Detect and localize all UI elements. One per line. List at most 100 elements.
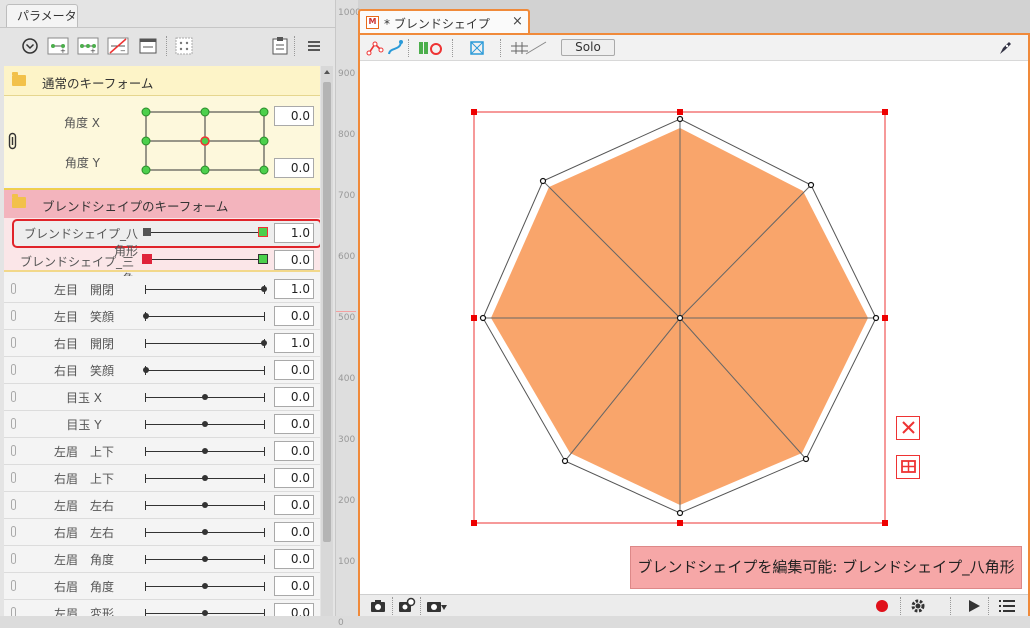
slider-handle[interactable] bbox=[143, 367, 149, 373]
param-row[interactable]: 右眉 左右 0.0 bbox=[4, 519, 320, 546]
blendshape-octagon-value[interactable]: 1.0 bbox=[274, 223, 314, 243]
link-icon[interactable] bbox=[11, 607, 16, 616]
gear-icon[interactable] bbox=[910, 598, 926, 614]
param-value[interactable]: 0.0 bbox=[274, 522, 314, 542]
param-value[interactable]: 0.0 bbox=[274, 387, 314, 407]
angle-y-value[interactable]: 0.0 bbox=[274, 158, 314, 178]
link-icon[interactable] bbox=[11, 499, 16, 510]
param-row[interactable]: 左目 笑顔 0.0 bbox=[4, 303, 320, 330]
key-marker[interactable] bbox=[258, 254, 268, 264]
group-icon[interactable] bbox=[172, 34, 196, 58]
link-icon[interactable] bbox=[11, 418, 16, 429]
param-row[interactable]: 右眉 上下 0.0 bbox=[4, 465, 320, 492]
tab-close-icon[interactable]: × bbox=[512, 14, 523, 29]
param-value[interactable]: 0.0 bbox=[274, 576, 314, 596]
slider-handle[interactable] bbox=[202, 475, 208, 481]
camera-icon[interactable] bbox=[370, 598, 386, 614]
tab-blendshape[interactable]: M * ブレンドシェイプ × bbox=[358, 9, 530, 35]
link-icon[interactable] bbox=[11, 310, 16, 321]
key-marker[interactable] bbox=[143, 228, 151, 236]
param-value[interactable]: 0.0 bbox=[274, 414, 314, 434]
param-row[interactable]: 左眉 上下 0.0 bbox=[4, 438, 320, 465]
param-row[interactable]: 目玉 X 0.0 bbox=[4, 384, 320, 411]
cancel-blendshape-icon[interactable] bbox=[896, 416, 920, 440]
remove-key-icon[interactable]: − bbox=[106, 34, 130, 58]
param-value[interactable]: 0.0 bbox=[274, 306, 314, 326]
blendshape-triangle-value[interactable]: 0.0 bbox=[274, 250, 314, 270]
param-row[interactable]: 左眉 変形 0.0 bbox=[4, 600, 320, 616]
param-row[interactable]: 右目 笑顔 0.0 bbox=[4, 357, 320, 384]
tab-parameters[interactable]: パラメータ bbox=[6, 4, 78, 28]
link-icon[interactable] bbox=[11, 337, 16, 348]
glue-icon[interactable] bbox=[416, 39, 444, 57]
slider-handle[interactable] bbox=[202, 583, 208, 589]
keyform-grid[interactable] bbox=[140, 106, 272, 178]
add-three-keys-icon[interactable]: + bbox=[76, 34, 100, 58]
param-value[interactable]: 0.0 bbox=[274, 441, 314, 461]
slider-handle[interactable] bbox=[202, 502, 208, 508]
param-row[interactable]: 目玉 Y 0.0 bbox=[4, 411, 320, 438]
pen-icon[interactable] bbox=[996, 39, 1014, 57]
camera-export-icon[interactable] bbox=[426, 597, 448, 615]
param-value[interactable]: 0.0 bbox=[274, 468, 314, 488]
transform-icon[interactable] bbox=[896, 455, 920, 479]
param-slider[interactable] bbox=[146, 289, 264, 290]
slider-handle[interactable] bbox=[202, 610, 208, 616]
group-blendshape-keyforms[interactable]: ブレンドシェイプのキーフォーム bbox=[4, 188, 320, 218]
key-marker-active[interactable] bbox=[258, 227, 268, 237]
link-icon[interactable] bbox=[11, 391, 16, 402]
param-slider[interactable] bbox=[146, 316, 264, 317]
slider-handle[interactable] bbox=[261, 286, 267, 292]
play-icon[interactable] bbox=[966, 598, 982, 614]
param-row[interactable]: 左眉 左右 0.0 bbox=[4, 492, 320, 519]
link-icon[interactable] bbox=[11, 526, 16, 537]
solo-button[interactable]: Solo bbox=[561, 39, 615, 56]
circle-chevron-icon[interactable] bbox=[18, 34, 42, 58]
clipboard-icon[interactable] bbox=[268, 34, 292, 58]
param-row[interactable]: 左眉 角度 0.0 bbox=[4, 546, 320, 573]
slider-handle[interactable] bbox=[202, 529, 208, 535]
deform-path-icon[interactable] bbox=[386, 39, 404, 57]
link-icon[interactable] bbox=[11, 580, 16, 591]
link-icon[interactable] bbox=[8, 132, 18, 150]
param-value[interactable]: 0.0 bbox=[274, 603, 314, 616]
param-row[interactable]: 右目 開閉 1.0 bbox=[4, 330, 320, 357]
param-value[interactable]: 0.0 bbox=[274, 549, 314, 569]
slider-handle[interactable] bbox=[261, 340, 267, 346]
mesh-grid-icon[interactable] bbox=[468, 39, 486, 57]
canvas[interactable] bbox=[360, 61, 1028, 594]
key-marker[interactable] bbox=[142, 254, 152, 264]
slider-handle[interactable] bbox=[202, 448, 208, 454]
param-row[interactable]: 右眉 角度 0.0 bbox=[4, 573, 320, 600]
param-row[interactable]: 左目 開閉 1.0 bbox=[4, 276, 320, 303]
link-icon[interactable] bbox=[11, 553, 16, 564]
param-slider[interactable] bbox=[146, 370, 264, 371]
link-icon[interactable] bbox=[11, 472, 16, 483]
slider-max-tick bbox=[264, 312, 265, 321]
record-icon[interactable] bbox=[874, 598, 890, 614]
menu-icon[interactable] bbox=[302, 34, 326, 58]
grid-icon[interactable] bbox=[508, 38, 548, 58]
param-value[interactable]: 1.0 bbox=[274, 333, 314, 353]
param-slider[interactable] bbox=[146, 343, 264, 344]
angle-x-value[interactable]: 0.0 bbox=[274, 106, 314, 126]
scrollbar-thumb[interactable] bbox=[323, 82, 331, 542]
param-value[interactable]: 0.0 bbox=[274, 495, 314, 515]
mesh-edit-icon[interactable] bbox=[366, 39, 384, 57]
add-key-icon[interactable]: + bbox=[46, 34, 70, 58]
group-normal-keyforms[interactable]: 通常のキーフォーム bbox=[4, 66, 320, 96]
slider-handle[interactable] bbox=[202, 394, 208, 400]
list-icon[interactable] bbox=[998, 598, 1016, 614]
slider-handle[interactable] bbox=[143, 313, 149, 319]
scroll-up-icon[interactable] bbox=[321, 67, 333, 77]
link-icon[interactable] bbox=[11, 283, 16, 294]
viewer[interactable]: Solo ブレンドシェイプを編集可能: ブレンドシェイプ_八角形 bbox=[358, 33, 1030, 616]
parameter-settings-icon[interactable] bbox=[136, 34, 160, 58]
param-value[interactable]: 1.0 bbox=[274, 279, 314, 299]
camera-settings-icon[interactable] bbox=[398, 597, 416, 615]
link-icon[interactable] bbox=[11, 445, 16, 456]
param-value[interactable]: 0.0 bbox=[274, 360, 314, 380]
slider-handle[interactable] bbox=[202, 556, 208, 562]
link-icon[interactable] bbox=[11, 364, 16, 375]
slider-handle[interactable] bbox=[202, 421, 208, 427]
